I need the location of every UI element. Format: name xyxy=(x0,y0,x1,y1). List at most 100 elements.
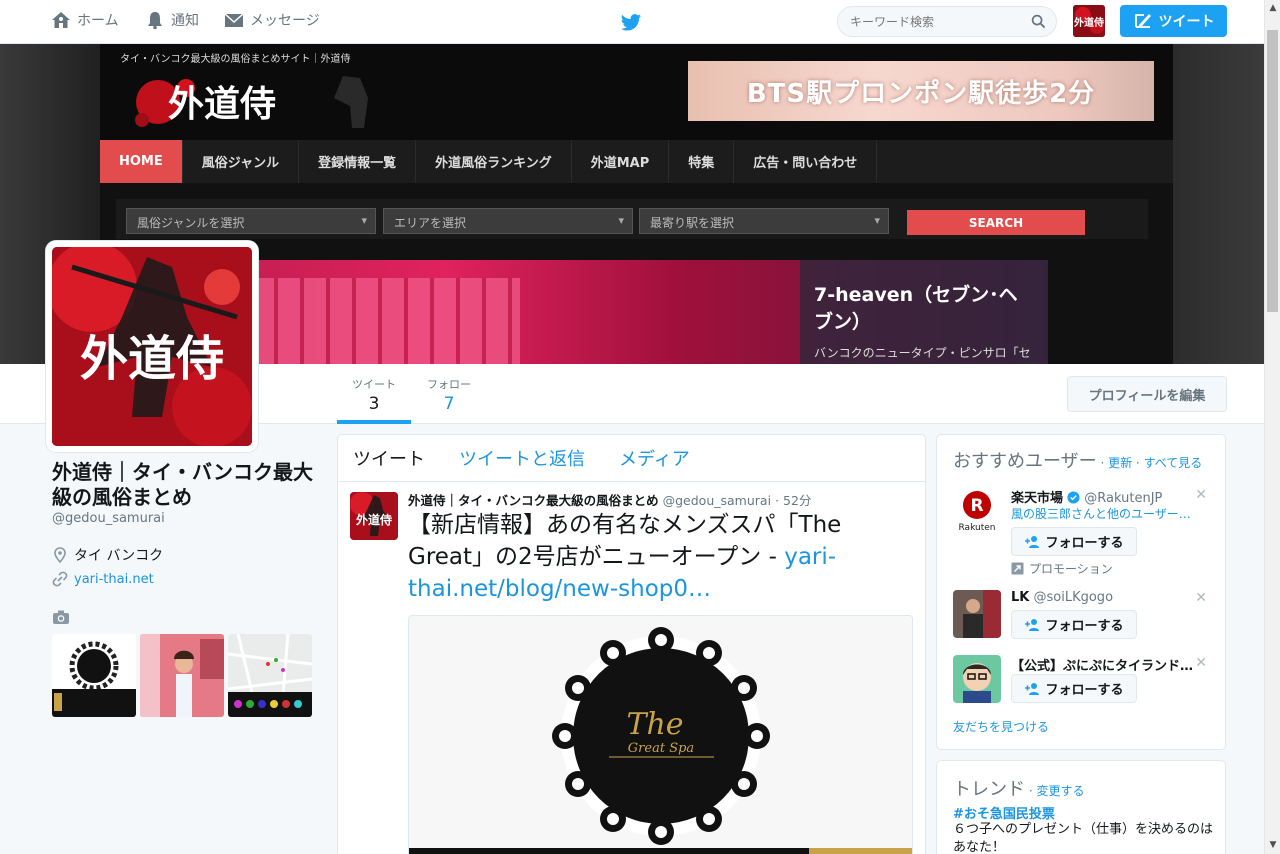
account-avatar-text: 外道侍 xyxy=(1073,16,1104,29)
nav-messages-label: メッセージ xyxy=(250,13,320,29)
suggestion-avatar[interactable] xyxy=(953,590,1001,638)
follow-icon xyxy=(1025,618,1040,631)
profile-name: 外道侍｜タイ・バンコク最大級の風俗まとめ xyxy=(52,460,313,509)
banner-genre-select: 風俗ジャンルを選択 xyxy=(126,208,376,234)
tweet-handle[interactable]: @gedou_samurai xyxy=(663,493,771,508)
tweet-text: 【新店情報】あの有名なメンズスパ「The Great」の2号店がニューオープン … xyxy=(408,509,913,605)
stat-tweets[interactable]: ツイート 3 xyxy=(337,376,411,424)
nav-home-label: ホーム xyxy=(77,13,119,29)
suggestion-name[interactable]: 【公式】ぷにぷにタイランド… xyxy=(1011,655,1201,674)
banner-tagline: タイ・バンコク最大級の風俗まとめサイト｜外道侍 xyxy=(120,54,351,65)
suggestion-context[interactable]: 風の股三郎さんと他のユーザー… xyxy=(1011,505,1191,522)
profile-location: タイ バンコク xyxy=(52,545,163,565)
card-logo-line2: Great Spa xyxy=(628,741,694,756)
location-pin-icon xyxy=(54,547,66,563)
suggestion-avatar-image xyxy=(953,655,1001,703)
promoted-label: プロモーション xyxy=(1011,560,1113,577)
banner-filter-bar: 風俗ジャンルを選択 エリアを選択 最寄り駅を選択 SEARCH xyxy=(116,199,1148,239)
suggestion-avatar[interactable] xyxy=(953,655,1001,703)
banner-website-screenshot: タイ・バンコク最大級の風俗まとめサイト｜外道侍 外道侍 BTS駅プロンポン駅徒歩… xyxy=(100,44,1173,364)
compose-icon xyxy=(1134,14,1151,28)
follow-button[interactable]: フォローする xyxy=(1011,527,1137,556)
nav-home[interactable]: ホーム xyxy=(51,10,119,30)
who-to-follow-title: おすすめユーザー xyxy=(953,451,1097,472)
trend-item-desc: ６つ子へのプレゼント（仕事）を決めるのはあなた！ xyxy=(953,822,1214,854)
dismiss-suggestion-icon[interactable]: ✕ xyxy=(1195,655,1207,671)
banner-search-button: SEARCH xyxy=(907,210,1085,235)
suggestion-name[interactable]: LK @soiLKgogo xyxy=(1011,590,1201,605)
banner-site-header: タイ・バンコク最大級の風俗まとめサイト｜外道侍 外道侍 BTS駅プロンポン駅徒歩… xyxy=(100,44,1173,140)
scrollbar-thumb[interactable] xyxy=(1267,30,1278,312)
banner-site-menu: HOME 風俗ジャンル 登録情報一覧 外道風俗ランキング 外道MAP 特集 広告… xyxy=(100,140,1173,183)
stat-tweets-label: ツイート xyxy=(352,378,396,391)
trends-header: トレンド · 変更する xyxy=(953,779,1085,800)
banner-menu-item: 広告・問い合わせ xyxy=(734,140,878,183)
media-thumbnail[interactable] xyxy=(52,634,136,717)
trend-item-name[interactable]: #おそ急国民投票 xyxy=(953,803,1055,822)
search-box[interactable] xyxy=(837,6,1057,37)
camera-icon[interactable] xyxy=(52,609,70,625)
tab-media[interactable]: メディア xyxy=(619,445,690,471)
tweet-author[interactable]: 外道侍｜タイ・バンコク最大級の風俗まとめ xyxy=(408,493,659,508)
profile-url[interactable]: yari-thai.net xyxy=(52,571,154,587)
refresh-link[interactable]: 更新 xyxy=(1108,456,1132,470)
search-icon[interactable] xyxy=(1031,14,1046,29)
account-avatar-image: 外道侍 xyxy=(1073,5,1105,37)
who-to-follow-card: おすすめユーザー · 更新 · すべて見る R Rakuten 楽天市場 @Rak… xyxy=(936,434,1226,750)
link-icon xyxy=(52,571,68,587)
twitter-bird-icon[interactable] xyxy=(620,11,642,33)
find-friends-link[interactable]: 友だちを見つける xyxy=(953,718,1049,735)
follow-icon xyxy=(1025,535,1040,548)
account-avatar[interactable]: 外道侍 xyxy=(1073,5,1105,37)
nav-notifications[interactable]: 通知 xyxy=(145,10,199,30)
banner-logo-text: 外道侍 xyxy=(168,83,276,125)
suggestion-avatar[interactable]: R Rakuten xyxy=(953,487,1001,535)
nav-messages[interactable]: メッセージ xyxy=(224,10,320,30)
compose-tweet-button[interactable]: ツイート xyxy=(1120,5,1227,37)
tweet-time[interactable]: · 52分 xyxy=(775,493,811,508)
tab-tweets-and-replies[interactable]: ツイートと返信 xyxy=(459,445,585,471)
media-thumbnail[interactable] xyxy=(228,634,312,717)
tweet-header: 外道侍｜タイ・バンコク最大級の風俗まとめ @gedou_samurai · 52… xyxy=(408,490,811,509)
rakuten-logo-icon: R Rakuten xyxy=(953,487,1001,535)
tweet-media-image: The Great Spa xyxy=(409,616,912,854)
home-icon xyxy=(52,12,70,28)
tweet-avatar-image: 外道侍 xyxy=(350,492,398,540)
banner-menu-item: 特集 xyxy=(669,140,735,183)
follow-button[interactable]: フォローする xyxy=(1011,674,1137,703)
trends-title: トレンド xyxy=(953,779,1025,800)
tweet-avatar-text: 外道侍 xyxy=(356,512,392,527)
nav-notifications-label: 通知 xyxy=(171,13,199,29)
view-all-link[interactable]: すべて見る xyxy=(1144,456,1203,470)
bell-icon xyxy=(148,12,162,30)
edit-profile-button[interactable]: プロフィールを編集 xyxy=(1067,376,1227,412)
media-thumbnail[interactable] xyxy=(140,634,224,717)
tweet-media-card[interactable]: The Great Spa xyxy=(408,615,913,854)
search-input[interactable] xyxy=(838,7,1018,36)
media-thumbnail-image xyxy=(52,634,136,717)
follow-button[interactable]: フォローする xyxy=(1011,610,1137,639)
media-thumbnail-image xyxy=(140,634,224,717)
banner-slide-title: 7-heaven（セブン･ヘブン） xyxy=(814,284,1018,333)
banner-menu-item: 外道MAP xyxy=(572,140,670,183)
tweet-avatar[interactable]: 外道侍 xyxy=(350,492,398,540)
suggestion-name[interactable]: 楽天市場 @RakutenJP xyxy=(1011,487,1201,506)
profile-handle[interactable]: @gedou_samurai xyxy=(52,511,165,526)
tab-tweets[interactable]: ツイート xyxy=(353,445,425,471)
dismiss-suggestion-icon[interactable]: ✕ xyxy=(1195,487,1207,503)
banner-area-select: エリアを選択 xyxy=(383,208,633,234)
banner-menu-item: 外道風俗ランキング xyxy=(416,140,572,183)
follow-button-label: フォローする xyxy=(1045,683,1124,698)
stat-tweets-count: 3 xyxy=(368,394,380,414)
scroll-up-arrow-icon[interactable]: ▲ xyxy=(1265,0,1280,17)
profile-avatar-text: 外道侍 xyxy=(80,331,224,387)
stat-following-label: フォロー xyxy=(427,378,471,391)
scroll-down-arrow-icon[interactable]: ▼ xyxy=(1265,837,1280,854)
profile-url-link[interactable]: yari-thai.net xyxy=(74,572,154,587)
stat-following[interactable]: フォロー 7 xyxy=(419,376,479,414)
change-trends-link[interactable]: 変更する xyxy=(1036,784,1084,798)
profile-avatar[interactable]: 外道侍 xyxy=(46,241,258,452)
dismiss-suggestion-icon[interactable]: ✕ xyxy=(1195,590,1207,606)
scrollbar[interactable]: ▲ ▼ xyxy=(1264,0,1280,854)
svg-text:R: R xyxy=(970,496,983,516)
